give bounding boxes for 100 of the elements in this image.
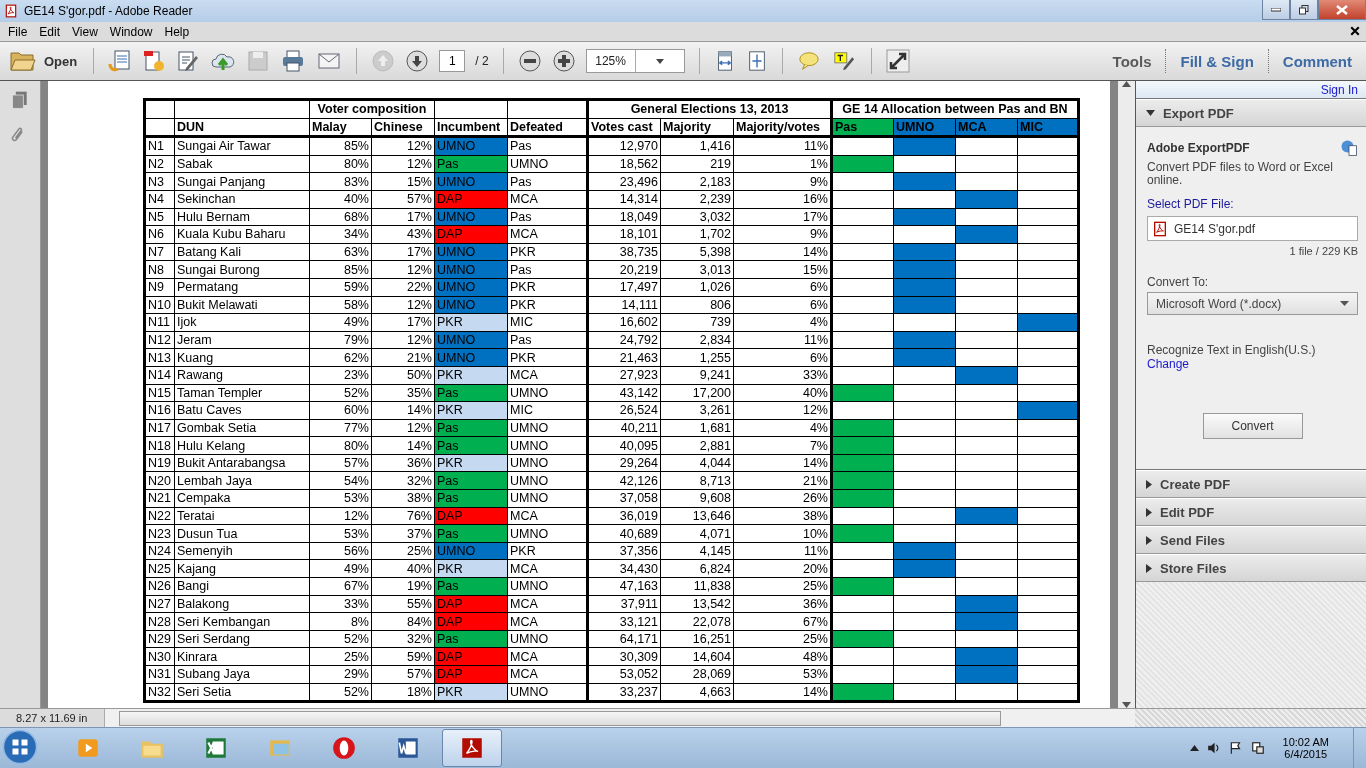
pages-icon[interactable] xyxy=(10,89,30,111)
table-cell: 49% xyxy=(309,313,372,332)
menu-item[interactable]: Edit xyxy=(33,24,67,39)
table-cell: 806 xyxy=(660,296,734,314)
speaker-icon[interactable] xyxy=(1206,741,1221,755)
table-cell: N14 xyxy=(144,366,175,384)
table-cell: 13,646 xyxy=(660,507,734,525)
sign-in-link[interactable]: Sign In xyxy=(1320,82,1358,97)
zoom-in-icon[interactable] xyxy=(551,49,576,73)
document-arrow-icon[interactable] xyxy=(108,49,133,73)
table-cell: 40% xyxy=(371,559,435,578)
clock-time: 10:02 AM xyxy=(1282,736,1329,748)
table-cell: MCA xyxy=(507,507,588,525)
menu-item[interactable]: Window xyxy=(103,24,159,39)
arrow-down-icon[interactable] xyxy=(405,49,430,73)
table-cell: UMNO xyxy=(507,155,588,173)
format-dropdown[interactable]: Microsoft Word (*.docx) xyxy=(1147,292,1358,315)
table-cell: 1,255 xyxy=(660,348,734,367)
section-header[interactable]: Export PDF xyxy=(1136,99,1366,127)
table-cell: 59% xyxy=(371,647,435,666)
table-cell: UMNO xyxy=(507,630,588,648)
table-cell: 16,251 xyxy=(660,630,734,648)
table-cell: 21% xyxy=(371,348,435,367)
file-field[interactable]: GE14 S'gor.pdf xyxy=(1147,216,1358,241)
table-cell: 83% xyxy=(309,172,372,191)
table-cell: N15 xyxy=(144,384,175,402)
taskbar-app[interactable] xyxy=(442,729,502,767)
menu-item[interactable]: File xyxy=(2,24,34,39)
section-header[interactable]: Create PDF xyxy=(1136,470,1366,498)
pdf-icon[interactable] xyxy=(4,3,18,19)
table-cell: 26,524 xyxy=(587,401,661,420)
clock-date: 6/4/2015 xyxy=(1284,748,1328,760)
pane-tab[interactable]: Tools xyxy=(1098,49,1166,73)
document-w-icon[interactable] xyxy=(395,735,421,761)
network-icon[interactable] xyxy=(1250,741,1265,755)
table-cell: N28 xyxy=(144,612,175,631)
table-cell: 11,838 xyxy=(660,577,734,596)
table-cell: UMNO xyxy=(507,419,588,437)
description: Convert PDF files to Word or Excel online. xyxy=(1147,161,1334,187)
table-cell: PKR xyxy=(507,542,588,560)
expand-icon[interactable] xyxy=(885,49,910,73)
document-pencil-icon[interactable] xyxy=(176,49,201,73)
section-header[interactable]: Send Files xyxy=(1136,526,1366,554)
table-cell: 33% xyxy=(309,595,372,613)
section-header[interactable]: Edit PDF xyxy=(1136,498,1366,526)
table-cell: 38% xyxy=(733,507,832,525)
pdf-icon[interactable] xyxy=(459,735,485,761)
tray-arrow-icon[interactable] xyxy=(1189,745,1199,751)
table-cell: Pas xyxy=(507,172,588,191)
table-cell: 16,602 xyxy=(587,313,661,332)
caret-right-icon[interactable] xyxy=(1146,479,1152,489)
convert-button[interactable]: Convert xyxy=(1202,413,1303,439)
caret-down-icon xyxy=(1340,301,1349,306)
table-cell: Taman Templer xyxy=(174,384,310,402)
table-cell: 17,200 xyxy=(660,384,734,402)
close-icon[interactable] xyxy=(1350,25,1360,36)
caret-right-icon[interactable] xyxy=(1146,507,1152,517)
menu-item[interactable]: View xyxy=(66,24,104,39)
caret-right-icon[interactable] xyxy=(1146,563,1152,573)
table-cell: 57% xyxy=(309,454,372,472)
document-gear-icon[interactable] xyxy=(142,49,167,73)
table-cell: 4,071 xyxy=(660,524,734,543)
pane-tab[interactable]: Comment xyxy=(1267,49,1366,73)
table-cell: 37,911 xyxy=(587,595,661,613)
table-cell: 59% xyxy=(309,278,372,297)
close-button[interactable] xyxy=(1318,0,1366,20)
change-link[interactable]: Change xyxy=(1147,357,1358,371)
table-cell: 739 xyxy=(660,313,734,332)
table-cell: 18,049 xyxy=(587,208,661,226)
caret-down-icon[interactable] xyxy=(655,58,664,64)
globe-document-icon[interactable] xyxy=(1340,139,1358,157)
zoom-field[interactable]: 125% xyxy=(585,49,685,73)
table-cell: 36% xyxy=(733,595,832,613)
flag-icon[interactable] xyxy=(1228,741,1243,755)
table-cell: Batang Kali xyxy=(174,243,310,261)
start-orb-icon[interactable] xyxy=(2,728,38,765)
table-cell: Sungai Panjang xyxy=(174,172,310,191)
o-icon[interactable] xyxy=(331,735,357,761)
caret-right-icon[interactable] xyxy=(1146,535,1152,545)
table-cell: 43% xyxy=(371,225,435,244)
page-number-field[interactable]: 1 xyxy=(439,50,466,72)
page-total: / 2 xyxy=(475,54,489,68)
restore-button[interactable] xyxy=(1290,0,1318,20)
menu-item[interactable]: Help xyxy=(158,24,196,39)
section-header[interactable]: Store Files xyxy=(1136,554,1366,582)
spreadsheet-icon[interactable] xyxy=(203,735,229,761)
caret-down-icon[interactable] xyxy=(1146,110,1155,116)
table-cell: 23,496 xyxy=(587,172,661,191)
open-button[interactable]: Open xyxy=(8,48,80,74)
table-cell: 8% xyxy=(309,612,372,631)
scrollbar-thumb[interactable] xyxy=(119,710,1001,726)
table-cell: N19 xyxy=(144,454,175,472)
table-cell: Subang Jaya xyxy=(174,665,310,684)
zoom-out-icon[interactable] xyxy=(517,49,542,73)
pane-tab[interactable]: Fill & Sign xyxy=(1165,49,1268,73)
table-cell: 12% xyxy=(371,419,435,437)
table-cell: 85% xyxy=(309,260,372,279)
table-cell: N18 xyxy=(144,436,175,455)
table-cell: N8 xyxy=(144,260,175,279)
table-cell: 13,542 xyxy=(660,595,734,613)
